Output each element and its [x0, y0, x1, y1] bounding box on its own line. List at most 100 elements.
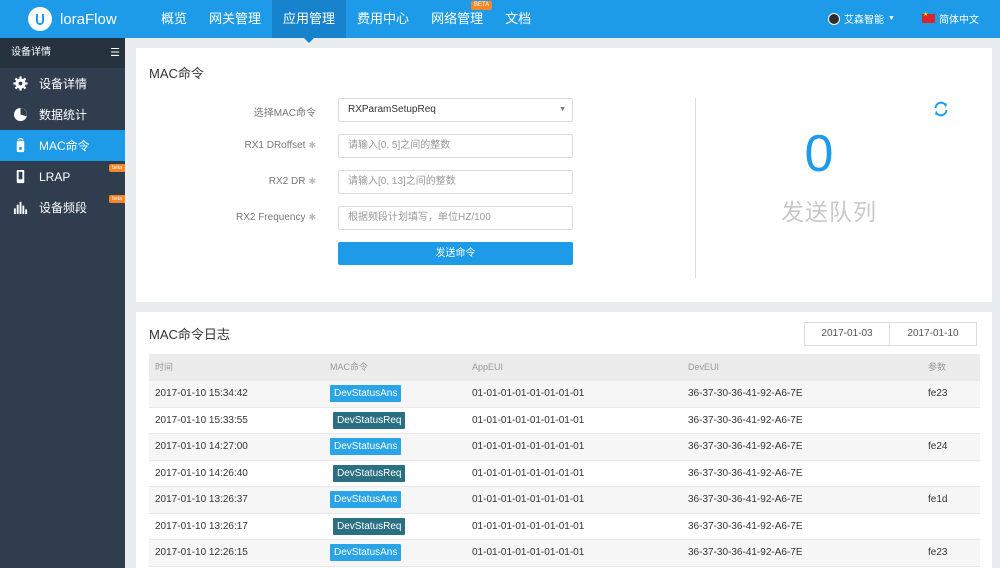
- required-icon: ✱: [308, 212, 316, 222]
- command-tag: DevStatusReq: [333, 411, 406, 429]
- nav-application[interactable]: 应用管理: [272, 0, 347, 43]
- mac-command-select[interactable]: RXParamSetupReq ▼: [338, 98, 573, 122]
- pie-chart-icon: [12, 107, 28, 123]
- cell-params: fe24: [928, 441, 948, 453]
- command-tag: DevStatusAns: [330, 544, 402, 562]
- cell-appeui: 01-01-01-01-01-01-01-01: [472, 494, 585, 506]
- nav-gateway[interactable]: 网关管理: [198, 0, 272, 38]
- cell-deveui: 36-37-30-36-41-92-A6-7E: [688, 388, 803, 400]
- sidebar-item-label: 数据统计: [39, 108, 88, 122]
- sidebar-item-lrap[interactable]: LRAP beta: [0, 161, 125, 192]
- logo-icon: [28, 7, 52, 31]
- cell-appeui: 01-01-01-01-01-01-01-01: [472, 520, 585, 532]
- language-switcher[interactable]: 简体中文: [922, 11, 979, 26]
- cell-deveui: 36-37-30-36-41-92-A6-7E: [688, 494, 803, 506]
- nav-docs[interactable]: 文档: [494, 0, 542, 38]
- rx2-dr-label: RX2 DR ✱: [136, 176, 316, 187]
- nav-overview[interactable]: 概览: [150, 0, 198, 38]
- send-command-button[interactable]: 发送命令: [338, 242, 573, 265]
- cell-time: 2017-01-10 12:26:15: [155, 547, 248, 559]
- sidebar-item-label: LRAP: [39, 169, 71, 184]
- date-from-input[interactable]: 2017-01-03: [804, 322, 890, 346]
- col-appeui: AppEUI: [472, 362, 504, 372]
- bar-chart-icon: [12, 200, 28, 216]
- cell-time: 2017-01-10 15:34:42: [155, 388, 248, 400]
- table-row: 2017-01-10 13:26:17 DevStatusReq 01-01-01-…: [149, 514, 980, 540]
- cell-time: 2017-01-10 14:26:40: [155, 467, 248, 479]
- sidebar-item-statistics[interactable]: 数据统计: [0, 99, 125, 130]
- cell-mac-command: DevStatusAns: [324, 544, 466, 562]
- date-to-input[interactable]: 2017-01-10: [889, 322, 977, 346]
- rx2-dr-label-text: RX2 DR: [268, 176, 306, 187]
- required-icon: ✱: [308, 176, 316, 186]
- command-tag: DevStatusAns: [330, 491, 402, 509]
- cell-time: 2017-01-10 15:33:55: [155, 414, 248, 426]
- sidebar-item-label: MAC命令: [39, 139, 90, 153]
- col-time: 时间: [155, 362, 174, 372]
- cell-time: 2017-01-10 14:27:00: [155, 441, 248, 453]
- main-nav: 概览 网关管理 应用管理 费用中心 网络管理 BETA 文档: [150, 0, 542, 43]
- queue-count: 0: [804, 125, 834, 183]
- sidebar-item-frequency[interactable]: 设备频段 beta: [0, 192, 125, 223]
- china-flag-icon: [922, 11, 935, 23]
- cell-mac-command: DevStatusReq: [324, 411, 466, 429]
- cell-mac-command: DevStatusReq: [324, 517, 466, 535]
- beta-badge: BETA: [470, 1, 493, 10]
- table-row: 2017-01-10 14:27:00 DevStatusAns 01-01-01-…: [149, 434, 980, 461]
- mac-command-icon: [12, 138, 28, 154]
- rx2-frequency-input[interactable]: 根据频段计划填写，单位HZ/100: [338, 206, 573, 230]
- mac-command-select-value: RXParamSetupReq: [348, 104, 436, 115]
- cell-params: fe23: [928, 388, 948, 400]
- menu-toggle-icon[interactable]: ☰: [110, 38, 120, 68]
- device-icon: [12, 169, 28, 185]
- cell-appeui: 01-01-01-01-01-01-01-01: [472, 441, 585, 453]
- command-tag: DevStatusAns: [330, 438, 402, 456]
- refresh-icon[interactable]: [932, 100, 950, 118]
- required-icon: ✱: [308, 140, 316, 150]
- chevron-down-icon: ▼: [559, 106, 566, 113]
- cell-mac-command: DevStatusReq: [324, 464, 466, 482]
- cell-deveui: 36-37-30-36-41-92-A6-7E: [688, 414, 803, 426]
- sidebar-item-label: 设备详情: [39, 77, 88, 91]
- rx1-droffset-input[interactable]: 请输入[0, 5]之间的整数: [338, 134, 573, 158]
- cell-appeui: 01-01-01-01-01-01-01-01: [472, 388, 585, 400]
- sidebar-item-mac-command[interactable]: MAC命令: [0, 130, 125, 161]
- table-row: 2017-01-10 15:34:42 DevStatusAns 01-01-01-…: [149, 381, 980, 408]
- queue-label: 发送队列: [781, 199, 877, 225]
- rx2-frequency-label-text: RX2 Frequency: [235, 212, 306, 223]
- command-tag: DevStatusReq: [333, 464, 406, 482]
- cell-params: fe23: [928, 547, 948, 559]
- cell-time: 2017-01-10 13:26:17: [155, 520, 248, 532]
- cell-appeui: 01-01-01-01-01-01-01-01: [472, 414, 585, 426]
- beta-badge: beta: [109, 195, 125, 203]
- app-name: loraFlow: [60, 10, 117, 28]
- table-row: 2017-01-10 15:33:55 DevStatusReq 01-01-01-…: [149, 408, 980, 434]
- cell-mac-command: DevStatusAns: [324, 491, 466, 509]
- sidebar-item-device-detail[interactable]: 设备详情: [0, 68, 125, 99]
- cell-appeui: 01-01-01-01-01-01-01-01: [472, 467, 585, 479]
- nav-billing[interactable]: 费用中心: [346, 0, 420, 38]
- cell-appeui: 01-01-01-01-01-01-01-01: [472, 547, 585, 559]
- nav-network[interactable]: 网络管理 BETA: [420, 0, 494, 38]
- app-logo[interactable]: loraFlow: [28, 7, 117, 31]
- page-title: MAC命令: [149, 66, 204, 81]
- gear-icon: [12, 76, 28, 92]
- user-menu[interactable]: 艾森智能 ▼: [828, 11, 895, 26]
- table-row: 2017-01-10 14:26:40 DevStatusReq 01-01-01-…: [149, 461, 980, 487]
- rx2-dr-input[interactable]: 请输入[0, 13]之间的整数: [338, 170, 573, 194]
- col-deveui: DevEUI: [688, 362, 720, 372]
- avatar: [828, 12, 840, 25]
- top-navbar: loraFlow 概览 网关管理 应用管理 费用中心 网络管理 BETA 文档 …: [0, 0, 1000, 43]
- table-header: 时间 MAC命令 AppEUI DevEUI 参数: [149, 354, 980, 381]
- sidebar-item-label: 设备频段: [39, 201, 88, 215]
- cell-deveui: 36-37-30-36-41-92-A6-7E: [688, 547, 803, 559]
- rx1-droffset-label: RX1 DRoffset ✱: [136, 140, 317, 151]
- table-row: 2017-01-10 12:26:15 DevStatusAns 01-01-01-…: [149, 540, 980, 567]
- cell-params: fe1d: [928, 494, 948, 506]
- sidebar-header: 设备详情 ☰: [0, 38, 125, 68]
- cell-mac-command: DevStatusAns: [324, 438, 466, 456]
- sidebar: 设备详情 ☰ 设备详情 数据统计 MAC命令 LRAP beta 设备频段 be…: [0, 38, 125, 568]
- log-title: MAC命令日志: [149, 327, 230, 342]
- cell-deveui: 36-37-30-36-41-92-A6-7E: [688, 520, 803, 532]
- col-mac-command: MAC命令: [330, 362, 368, 372]
